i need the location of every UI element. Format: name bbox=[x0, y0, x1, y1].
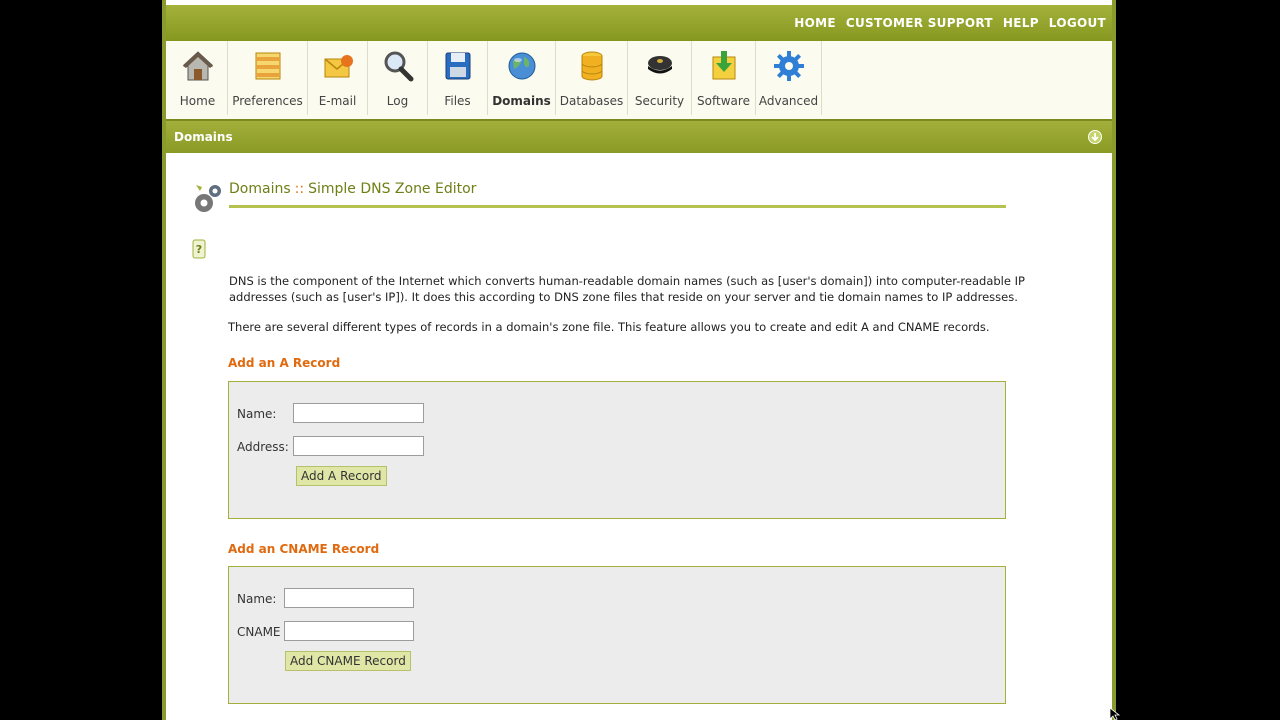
collapse-arrow-icon[interactable] bbox=[1088, 130, 1102, 144]
toolbar-label: Databases bbox=[559, 94, 624, 108]
database-icon bbox=[581, 51, 602, 81]
browser-page: HOME CUSTOMER SUPPORT HELP LOGOUT Home P… bbox=[162, 0, 1116, 720]
toolbar-databases[interactable]: Databases bbox=[556, 41, 628, 115]
help-link[interactable]: HELP bbox=[1003, 16, 1039, 30]
globe-icon bbox=[508, 52, 535, 80]
toolbar-label: E-mail bbox=[318, 94, 357, 108]
toolbar-label: Software bbox=[697, 94, 750, 108]
a-address-input[interactable] bbox=[293, 436, 424, 456]
email-icon bbox=[324, 55, 353, 78]
top-bar: HOME CUSTOMER SUPPORT HELP LOGOUT bbox=[166, 5, 1112, 41]
toolbar-preferences[interactable]: Preferences bbox=[228, 41, 308, 115]
toolbar-label: Domains bbox=[492, 94, 551, 108]
logout-link[interactable]: LOGOUT bbox=[1049, 16, 1106, 30]
dns-description-line: DNS is the component of the Internet whi… bbox=[229, 274, 1025, 288]
a-name-input[interactable] bbox=[293, 403, 424, 423]
toolbar-advanced[interactable]: Advanced bbox=[756, 41, 822, 115]
toolbar-label: Security bbox=[634, 94, 685, 108]
records-description: There are several different types of rec… bbox=[228, 320, 990, 334]
main-toolbar: Home Preferences E-mail Log Files Domain… bbox=[166, 41, 1112, 121]
gear-icon bbox=[773, 51, 804, 81]
dns-description: DNS is the component of the Internet whi… bbox=[229, 273, 1025, 305]
preferences-icon bbox=[255, 52, 280, 80]
security-cap-icon bbox=[647, 56, 672, 74]
cname-name-label: Name: bbox=[237, 592, 277, 606]
toolbar-label: Home bbox=[179, 94, 216, 108]
add-a-record-button[interactable]: Add A Record bbox=[296, 466, 387, 486]
cname-record-form: Name: CNAME Add CNAME Record bbox=[228, 566, 1006, 704]
toolbar-domains[interactable]: Domains bbox=[488, 41, 556, 115]
home-link[interactable]: HOME bbox=[794, 16, 836, 30]
a-record-form: Name: Address: Add A Record bbox=[228, 381, 1006, 519]
floppy-disk-icon bbox=[445, 52, 470, 80]
toolbar-label: Advanced bbox=[758, 94, 819, 108]
customer-support-link[interactable]: CUSTOMER SUPPORT bbox=[846, 16, 993, 30]
a-address-label: Address: bbox=[237, 440, 289, 454]
svg-text:?: ? bbox=[196, 243, 202, 256]
page-title: Domains:: Simple DNS Zone Editor bbox=[229, 181, 1006, 208]
mouse-cursor-icon bbox=[1110, 708, 1120, 720]
toolbar-files[interactable]: Files bbox=[428, 41, 488, 115]
page-subtitle: Simple DNS Zone Editor bbox=[308, 181, 477, 197]
toolbar-home[interactable]: Home bbox=[168, 41, 228, 115]
toolbar-label: Log bbox=[386, 94, 409, 108]
page-title-main: Domains bbox=[229, 181, 291, 197]
a-name-label: Name: bbox=[237, 407, 277, 421]
toolbar-email[interactable]: E-mail bbox=[308, 41, 368, 115]
a-record-heading: Add an A Record bbox=[228, 356, 341, 370]
main-content: ? Domains:: Simple DNS Zone Editor DNS is… bbox=[166, 153, 1112, 720]
add-cname-record-button[interactable]: Add CNAME Record bbox=[285, 651, 411, 671]
cname-name-input[interactable] bbox=[284, 588, 414, 608]
top-links: HOME CUSTOMER SUPPORT HELP LOGOUT bbox=[784, 5, 1106, 41]
cname-label: CNAME bbox=[237, 625, 281, 639]
dns-description-line: addresses (such as [user's IP]). It does… bbox=[229, 290, 1018, 304]
software-download-icon bbox=[712, 51, 735, 80]
toolbar-security[interactable]: Security bbox=[628, 41, 692, 115]
toolbar-software[interactable]: Software bbox=[692, 41, 756, 115]
toolbar-label: Files bbox=[444, 94, 471, 108]
title-separator: :: bbox=[294, 181, 305, 197]
toolbar-label: Preferences bbox=[232, 94, 303, 108]
magnifier-icon bbox=[384, 51, 413, 82]
section-title: Domains bbox=[174, 130, 233, 144]
cname-record-heading: Add an CNAME Record bbox=[228, 542, 380, 556]
house-icon bbox=[182, 51, 213, 81]
help-icon[interactable]: ? bbox=[192, 239, 206, 259]
cname-value-input[interactable] bbox=[284, 621, 414, 641]
toolbar-log[interactable]: Log bbox=[368, 41, 428, 115]
domains-gears-icon bbox=[195, 185, 221, 212]
section-bar: Domains bbox=[166, 121, 1112, 153]
